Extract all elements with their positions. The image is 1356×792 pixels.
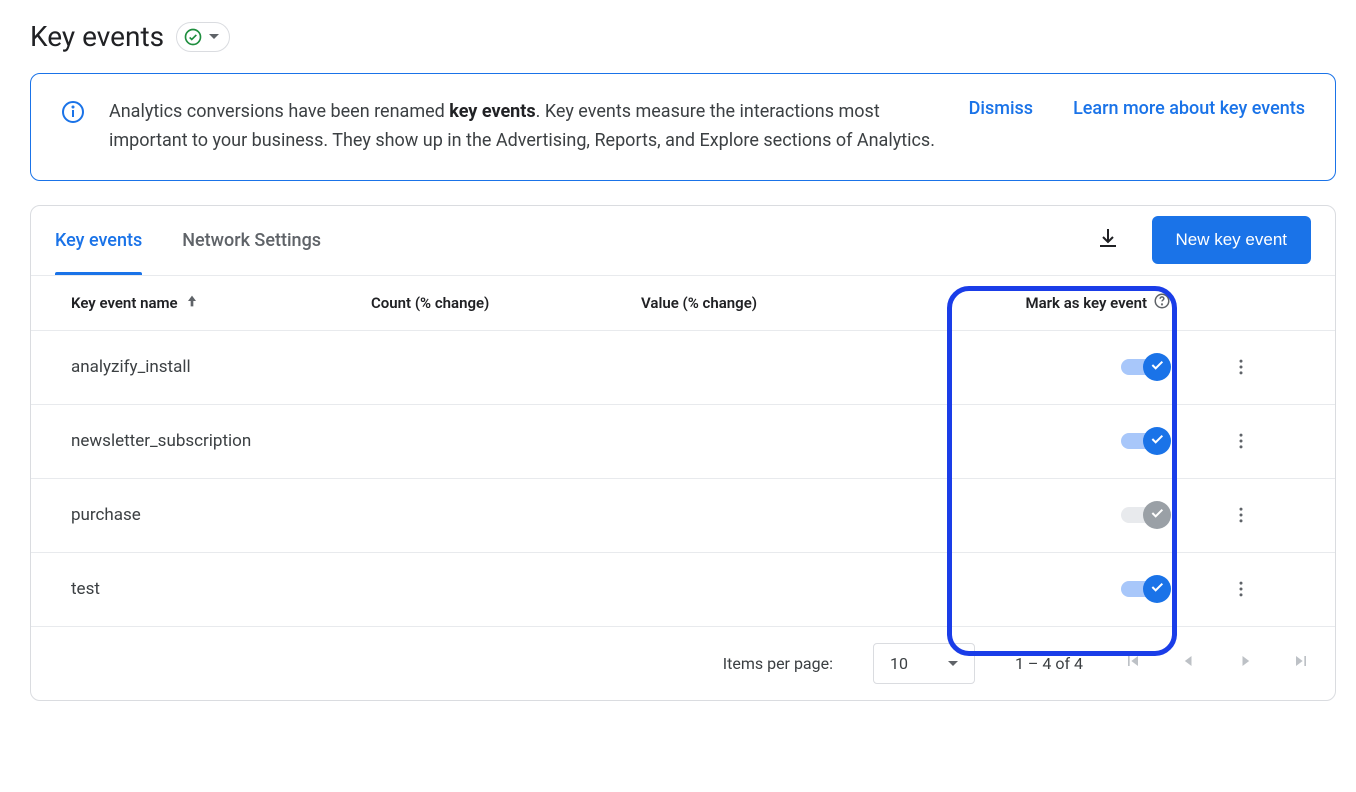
dismiss-link[interactable]: Dismiss [969,98,1033,119]
mark-toggle[interactable] [1121,427,1171,455]
tab-key-events[interactable]: Key events [55,206,142,275]
col-count-label: Count (% change) [371,294,489,312]
page-size-value: 10 [890,654,908,673]
next-page-icon[interactable] [1235,651,1255,675]
key-events-card: Key events Network Settings New key even… [30,205,1336,701]
event-name: newsletter_subscription [71,431,371,451]
event-name: test [71,579,371,599]
row-menu-button[interactable] [1171,431,1311,451]
prev-page-icon[interactable] [1179,651,1199,675]
row-menu-button[interactable] [1171,357,1311,377]
page-title: Key events [30,20,164,53]
row-menu-button[interactable] [1171,505,1311,525]
sort-asc-icon [184,293,200,313]
check-icon [1149,579,1165,600]
check-icon [1149,357,1165,378]
col-value: Value (% change) [641,294,911,312]
last-page-icon[interactable] [1291,651,1311,675]
col-name[interactable]: Key event name [71,293,371,313]
info-banner: Analytics conversions have been renamed … [30,73,1336,181]
help-icon[interactable] [1153,292,1171,314]
info-text-pre: Analytics conversions have been renamed [109,101,449,122]
mark-toggle[interactable] [1121,353,1171,381]
col-count: Count (% change) [371,294,641,312]
col-name-label: Key event name [71,294,178,312]
table-row: test [31,553,1335,627]
col-mark: Mark as key event [911,292,1171,314]
check-circle-icon [183,27,203,47]
caret-down-icon [209,34,219,39]
first-page-icon[interactable] [1123,651,1143,675]
mark-toggle[interactable] [1121,575,1171,603]
mark-toggle [1121,501,1171,529]
table-header: Key event name Count (% change) Value (%… [31,276,1335,331]
tab-network-settings[interactable]: Network Settings [182,206,321,275]
page-size-select[interactable]: 10 [873,643,975,684]
page-header: Key events [30,20,1336,53]
learn-more-link[interactable]: Learn more about key events [1073,98,1305,119]
new-key-event-button[interactable]: New key event [1152,216,1312,264]
info-text-bold: key events [449,101,535,122]
table-row: newsletter_subscription [31,405,1335,479]
download-icon[interactable] [1088,218,1128,262]
status-chip[interactable] [176,22,230,52]
table-row: analyzify_install [31,331,1335,405]
event-name: purchase [71,505,371,525]
col-value-label: Value (% change) [641,294,757,312]
row-menu-button[interactable] [1171,579,1311,599]
table-row: purchase [31,479,1335,553]
event-name: analyzify_install [71,357,371,377]
caret-down-icon [948,661,958,666]
check-icon [1149,431,1165,452]
info-icon [61,100,85,128]
items-per-page-label: Items per page: [723,654,833,673]
info-banner-text: Analytics conversions have been renamed … [109,98,945,156]
paginator-range: 1 – 4 of 4 [1015,654,1083,673]
check-icon [1149,505,1165,526]
paginator: Items per page: 10 1 – 4 of 4 [31,627,1335,700]
col-mark-label: Mark as key event [1025,294,1147,312]
